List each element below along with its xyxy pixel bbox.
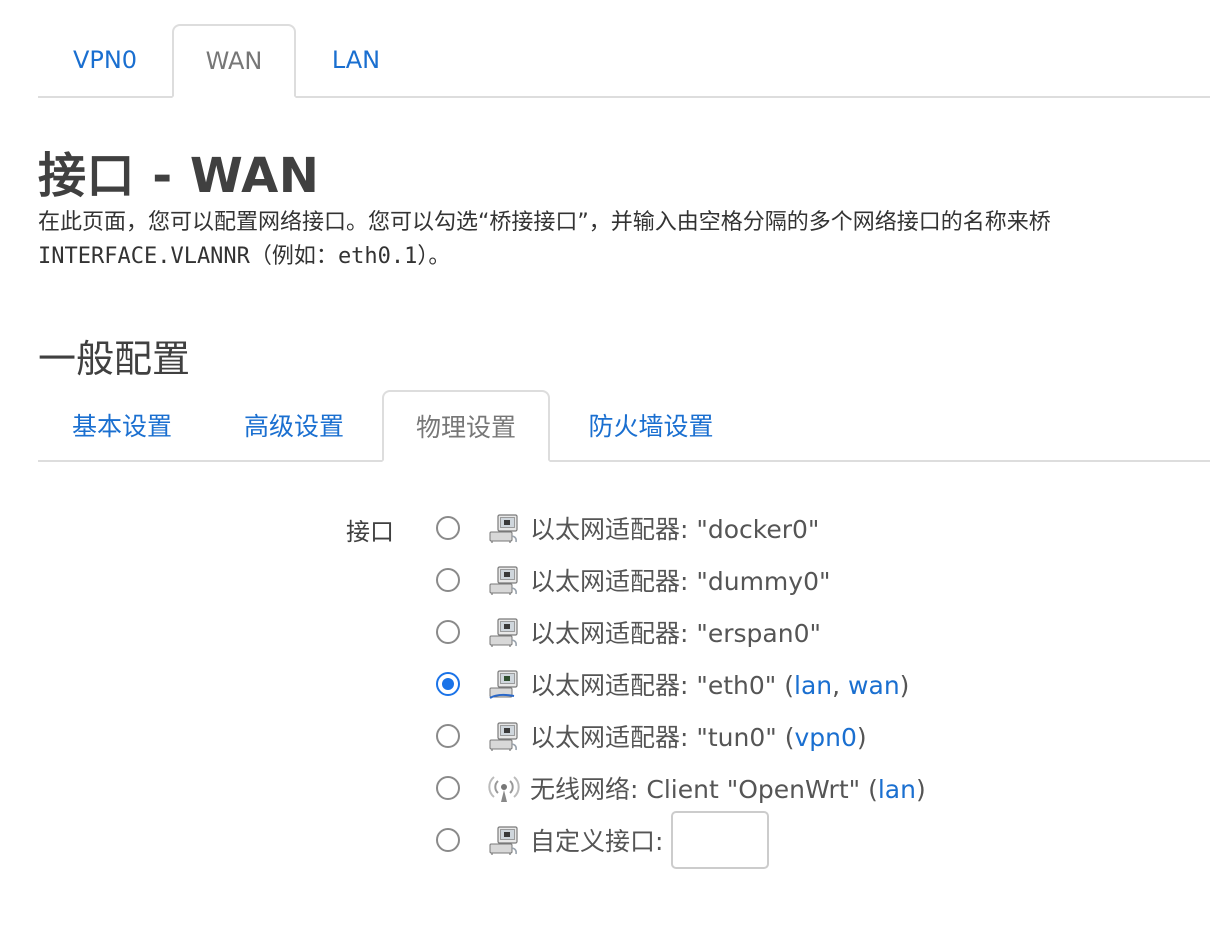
tab-wan[interactable]: WAN [172,24,296,98]
description-line-2: INTERFACE.VLANNR（例如：eth0.1）。 [38,240,1210,274]
interface-option[interactable]: 自定义接口: [436,811,770,869]
description-example-prefix: （例如： [249,244,338,269]
radio-button[interactable] [436,828,460,852]
interface-option-label: 以太网适配器: "tun0" (vpn0) [530,723,867,752]
interface-option-label: 以太网适配器: "dummy0" [530,562,831,598]
ethernet-icon [488,668,520,700]
interface-name: 自定义接口: [530,827,664,856]
interface-name: 以太网适配器: "tun0" [530,723,777,752]
description-code: INTERFACE.VLANNR [38,244,250,269]
interface-option[interactable]: 以太网适配器: "tun0" (vpn0) [436,716,867,756]
description-code-example: eth0.1 [337,244,418,269]
ethernet-icon [488,616,520,648]
config-tabs: 基本设置 高级设置 物理设置 防火墙设置 [38,390,1210,462]
interface-option-label: 以太网适配器: "erspan0" [530,614,821,650]
page-description: 在此页面，您可以配置网络接口。您可以勾选“桥接接口”，并输入由空格分隔的多个网络… [38,206,1210,274]
radio-button[interactable] [436,620,460,644]
custom-interface-input[interactable] [671,811,770,869]
radio-button[interactable] [436,568,460,592]
radio-button[interactable] [436,776,460,800]
interface-option-label: 自定义接口: [530,822,663,858]
network-link-wan[interactable]: wan [848,671,900,700]
section-title: 一般配置 [38,337,191,381]
tab-basic-settings[interactable]: 基本设置 [38,390,206,459]
tab-advanced-settings[interactable]: 高级设置 [208,390,380,459]
description-line-1: 在此页面，您可以配置网络接口。您可以勾选“桥接接口”，并输入由空格分隔的多个网络… [38,210,1051,235]
ethernet-icon [488,720,520,752]
ethernet-icon [488,824,520,856]
interface-tabs: VPN0 WAN LAN [38,24,1210,98]
network-link-vpn0[interactable]: vpn0 [794,723,856,752]
interface-option-label: 以太网适配器: "eth0" (lan, wan) [530,671,910,700]
interface-name: 以太网适配器: "erspan0" [530,619,821,648]
interface-name: 以太网适配器: "eth0" [530,671,777,700]
interface-option[interactable]: 以太网适配器: "dummy0" [436,560,831,600]
ethernet-icon [488,512,520,544]
interface-name: 无线网络: Client "OpenWrt" [530,775,861,804]
network-link-lan[interactable]: lan [878,775,916,804]
network-link-lan[interactable]: lan [794,671,832,700]
ethernet-icon [488,564,520,596]
wireless-icon [488,772,520,804]
tab-lan[interactable]: LAN [296,24,416,95]
radio-button[interactable] [436,516,460,540]
interface-option[interactable]: 以太网适配器: "eth0" (lan, wan) [436,664,909,704]
interface-name: 以太网适配器: "docker0" [530,515,820,544]
tab-firewall-settings[interactable]: 防火墙设置 [552,390,750,459]
interface-option-label: 无线网络: Client "OpenWrt" (lan) [530,775,926,804]
interface-option[interactable]: 以太网适配器: "erspan0" [436,612,821,652]
radio-button[interactable] [436,724,460,748]
interface-option[interactable]: 以太网适配器: "docker0" [436,508,819,548]
radio-button-checked[interactable] [436,672,460,696]
interface-field-label: 接口 [346,518,394,546]
interface-option[interactable]: 无线网络: Client "OpenWrt" (lan) [436,768,926,808]
description-end: ）。 [417,244,451,269]
tab-physical-settings[interactable]: 物理设置 [382,390,550,462]
interface-name: 以太网适配器: "dummy0" [530,567,831,596]
interface-option-label: 以太网适配器: "docker0" [530,510,819,546]
tab-vpn0[interactable]: VPN0 [38,24,172,95]
page-title: 接口 - WAN [38,148,320,204]
